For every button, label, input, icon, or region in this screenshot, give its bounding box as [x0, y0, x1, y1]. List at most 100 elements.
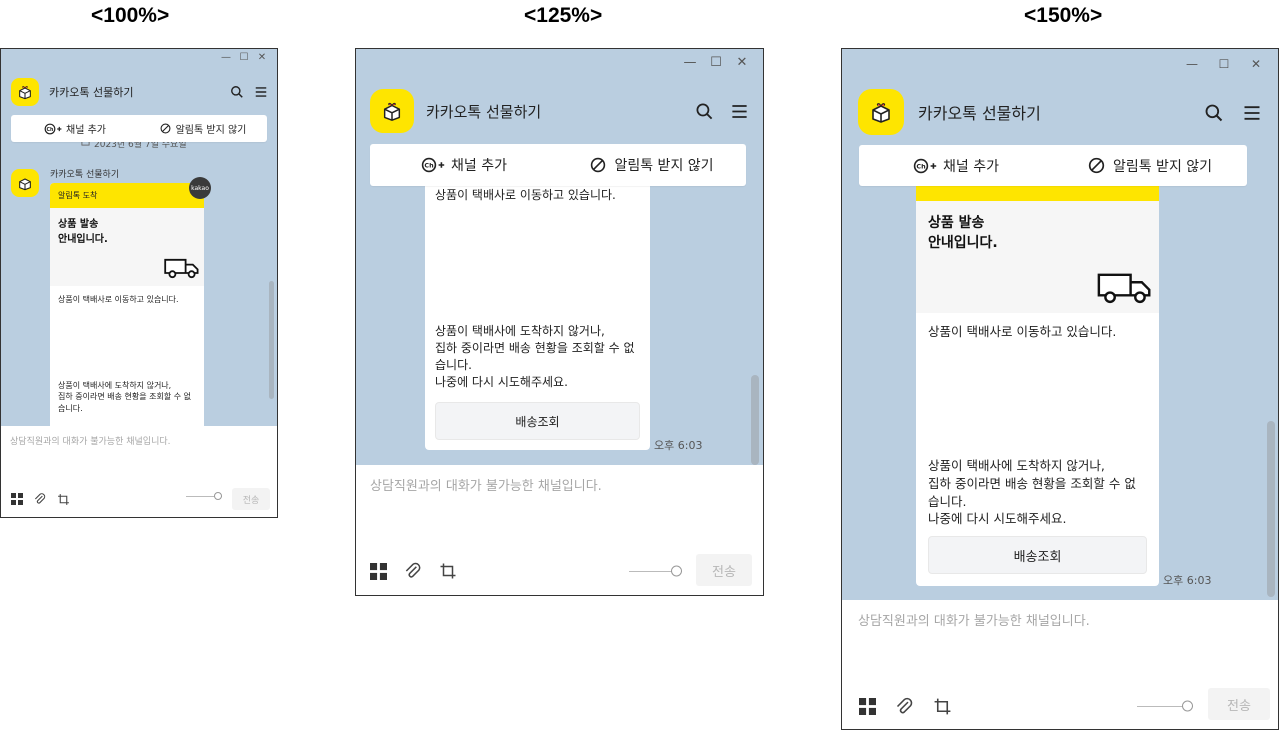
font-size-slider[interactable] [629, 565, 682, 577]
header-icons [1204, 103, 1262, 123]
send-button[interactable]: 전송 [232, 488, 270, 510]
window-controls: — ☐ ✕ [677, 55, 755, 70]
close-button[interactable]: ✕ [1240, 57, 1272, 71]
block-notice-button[interactable]: 알림톡 받지 않기 [139, 121, 267, 136]
attach-clip-icon[interactable] [403, 561, 423, 581]
channel-action-bar: Ch 채널 추가 알림톡 받지 않기 [370, 144, 746, 186]
search-icon[interactable] [1204, 103, 1224, 123]
channel-action-bar: Ch 채널 추가 알림톡 받지 않기 [859, 145, 1247, 186]
crop-icon[interactable] [57, 493, 70, 506]
minimize-button[interactable]: — [1176, 57, 1208, 71]
chat-window-125: — ☐ ✕ 카카오톡 선물하기 상품이 택배사로 이동하고 있습니다. 상품이 … [355, 48, 764, 596]
message-header: 알림톡 도착 [50, 183, 204, 208]
gift-box-icon [370, 89, 414, 133]
block-icon [1088, 157, 1105, 174]
message-bubble: 상품이 택배사로 이동하고 있습니다. 상품이 택배사에 도착하지 않거나, 집… [425, 169, 650, 450]
svg-text:Ch: Ch [424, 161, 434, 169]
message-hero: 상품 발송 안내입니다. [916, 201, 1159, 313]
crop-icon[interactable] [933, 697, 952, 716]
message-bubble: 알림톡 도착 상품 발송 안내입니다. 상품이 택배사로 이동하고 있습니다. … [50, 183, 204, 433]
block-icon [591, 157, 606, 173]
search-icon[interactable] [230, 85, 244, 99]
message-time: 오후 6:03 [1163, 574, 1212, 587]
add-channel-button[interactable]: Ch 채널 추가 [11, 121, 139, 136]
maximize-button[interactable]: ☐ [703, 55, 729, 70]
search-icon[interactable] [695, 102, 714, 121]
chat-window-150: — ☐ ✕ 카카오톡 선물하기 상품 발송 안내입니다. 상품이 택배사로 이동… [841, 48, 1279, 730]
channel-action-bar: Ch 채널 추가 알림톡 받지 않기 [11, 115, 267, 142]
chat-header: 카카오톡 선물하기 [370, 89, 541, 133]
svg-text:Ch: Ch [47, 126, 55, 132]
block-notice-button[interactable]: 알림톡 받지 않기 [558, 155, 746, 175]
send-button[interactable]: 전송 [1208, 688, 1270, 720]
block-icon [160, 123, 171, 134]
block-notice-button[interactable]: 알림톡 받지 않기 [1053, 156, 1247, 176]
delivery-truck-icon [1097, 273, 1151, 304]
attach-clip-icon[interactable] [894, 696, 915, 717]
sender-name: 카카오톡 선물하기 [50, 170, 120, 180]
input-area: 상담직원과의 대화가 불가능한 채널입니다. 전송 [1, 426, 277, 517]
minimize-button[interactable]: — [677, 55, 703, 70]
delivery-truck-icon [164, 258, 199, 279]
channel-add-icon: Ch [44, 123, 62, 134]
maximize-button[interactable]: ☐ [1208, 57, 1240, 71]
input-toolbar [11, 492, 70, 506]
message-input[interactable]: 상담직원과의 대화가 불가능한 채널입니다. [858, 610, 1090, 629]
zoom-label-150: <150%> [1024, 4, 1103, 27]
zoom-label-100: <100%> [91, 4, 170, 27]
gift-box-icon [11, 78, 39, 106]
close-button[interactable]: ✕ [729, 55, 755, 70]
message-time: 오후 6:03 [654, 439, 703, 452]
chat-scrollbar[interactable] [751, 375, 759, 465]
input-area: 상담직원과의 대화가 불가능한 채널입니다. 전송 [842, 600, 1278, 729]
font-size-slider[interactable] [186, 491, 222, 500]
add-channel-button[interactable]: Ch 채널 추가 [859, 156, 1053, 176]
chat-window-100: — ☐ ✕ 카카오톡 선물하기 2023년 6월 7일 수요일 Ch 채널 추가… [0, 48, 278, 518]
font-size-slider[interactable] [1137, 700, 1193, 712]
message-input[interactable]: 상담직원과의 대화가 불가능한 채널입니다. [370, 475, 602, 494]
send-button[interactable]: 전송 [696, 554, 752, 586]
sender-avatar [11, 169, 39, 197]
message-text-1: 상품이 택배사로 이동하고 있습니다. [928, 324, 1117, 339]
chat-header: 카카오톡 선물하기 [11, 78, 133, 106]
message-input[interactable]: 상담직원과의 대화가 불가능한 채널입니다. [10, 434, 171, 447]
channel-add-icon: Ch [913, 158, 937, 173]
chat-scrollbar[interactable] [269, 281, 274, 399]
chat-title: 카카오톡 선물하기 [918, 104, 1041, 123]
zoom-label-125: <125%> [524, 4, 603, 27]
message-text-2: 상품이 택배사에 도착하지 않거나, 집하 중이라면 배송 현황을 조회할 수 … [928, 458, 1136, 527]
input-toolbar [859, 696, 952, 717]
track-delivery-button[interactable]: 배송조회 [435, 402, 640, 440]
chat-title: 카카오톡 선물하기 [426, 102, 542, 121]
window-controls: — ☐ ✕ [217, 52, 271, 63]
message-text-2: 상품이 택배사에 도착하지 않거나, 집하 중이라면 배송 현황을 조회할 수 … [58, 381, 192, 413]
menu-icon[interactable] [730, 102, 749, 121]
emoticon-grid-icon[interactable] [11, 493, 23, 505]
track-delivery-button[interactable]: 배송조회 [928, 536, 1147, 574]
window-controls: — ☐ ✕ [1176, 57, 1272, 71]
attach-clip-icon[interactable] [33, 492, 47, 506]
header-icons [230, 85, 268, 99]
maximize-button[interactable]: ☐ [235, 52, 253, 63]
channel-add-icon: Ch [421, 157, 445, 173]
chat-scrollbar[interactable] [1267, 421, 1275, 597]
add-channel-button[interactable]: Ch 채널 추가 [370, 155, 558, 175]
chat-title: 카카오톡 선물하기 [49, 86, 134, 99]
chat-header: 카카오톡 선물하기 [858, 89, 1041, 135]
kakao-badge: kakao [189, 177, 211, 199]
emoticon-grid-icon[interactable] [370, 562, 387, 580]
menu-icon[interactable] [254, 85, 268, 99]
gift-box-icon [858, 89, 904, 135]
emoticon-grid-icon[interactable] [859, 698, 876, 715]
message-bubble: 상품 발송 안내입니다. 상품이 택배사로 이동하고 있습니다. 상품이 택배사… [916, 175, 1159, 586]
close-button[interactable]: ✕ [253, 52, 271, 63]
header-icons [695, 102, 749, 121]
input-toolbar [370, 561, 457, 581]
menu-icon[interactable] [1242, 103, 1262, 123]
message-text-1: 상품이 택배사로 이동하고 있습니다. [58, 295, 179, 304]
message-text-1: 상품이 택배사로 이동하고 있습니다. [435, 188, 616, 202]
crop-icon[interactable] [439, 562, 457, 580]
minimize-button[interactable]: — [217, 52, 235, 63]
svg-text:Ch: Ch [916, 162, 926, 170]
input-area: 상담직원과의 대화가 불가능한 채널입니다. 전송 [356, 465, 763, 595]
